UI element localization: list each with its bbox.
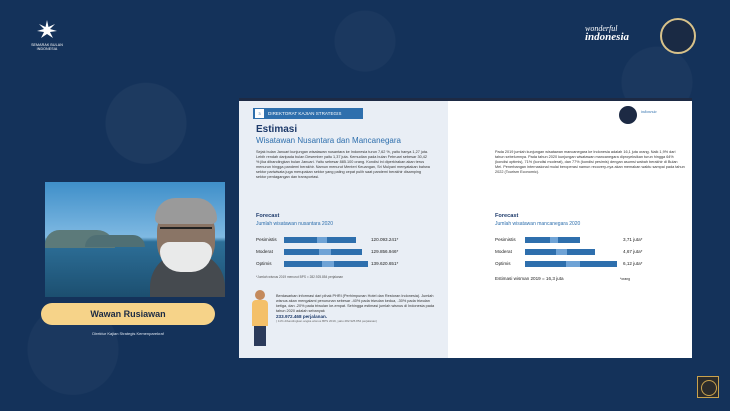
- video-bg-mountain: [85, 235, 145, 247]
- forecast-row-label: Moderat: [495, 249, 512, 254]
- slide-logos: indonesia: [619, 106, 689, 124]
- forecast-row-label: Optimis: [256, 261, 272, 266]
- indonesia-text: indonesia: [585, 31, 630, 43]
- ministry-seal-icon: [660, 18, 696, 54]
- forecast-bar-highlight: [319, 249, 331, 255]
- semarak-logo: SEMARAK BULAN INDONESIA: [30, 18, 64, 51]
- forecast-row: Optimis 6,12 juta*: [495, 260, 692, 268]
- forecast-left-subtitle: Jumlah wisatawan nusantara 2020: [256, 221, 333, 227]
- estimate-row: Estimasi wisman 2019 = 16,3 juta *orang: [495, 275, 685, 283]
- forecast-bar-highlight: [556, 249, 567, 255]
- forecast-row-value: 120.093.241*: [371, 237, 399, 242]
- forecast-row-value: 3,71 juta*: [623, 237, 643, 242]
- forecast-bar-highlight: [316, 237, 328, 243]
- forecast-row-label: Pesimistis: [495, 237, 516, 242]
- participant-name: Wawan Rusiawan: [41, 303, 215, 325]
- forecast-row-label: Pesimistis: [256, 237, 277, 242]
- person-hair: [155, 198, 217, 224]
- forecast-row-value: 6,12 juta*: [623, 261, 643, 266]
- forecast-row: Optimis 139.620.651*: [256, 260, 456, 268]
- bottom-foot: ( 11% dibandingkan angka wisnus BPS 2019…: [276, 319, 378, 323]
- forecast-row: Moderat 129.856.946*: [256, 248, 456, 256]
- person-illustration: [249, 290, 271, 348]
- forecast-row-label: Optimis: [495, 261, 511, 266]
- forecast-row-label: Moderat: [256, 249, 273, 254]
- section-label: DIREKTORAT KAJIAN STRATEGIS: [268, 111, 342, 116]
- forecast-bar-highlight: [321, 261, 335, 267]
- forecast-row: Pesimistis 3,71 juta*: [495, 236, 692, 244]
- forecast-left-title: Forecast: [256, 213, 280, 219]
- forecast-bar-highlight: [549, 237, 559, 243]
- forecast-left-note: *Jumlah wisnus 2019 menurut BPS = 282.92…: [256, 275, 344, 279]
- section-header: 3 DIREKTORAT KAJIAN STRATEGIS: [253, 108, 363, 119]
- face-mask: [160, 242, 212, 272]
- corner-seal-icon: [697, 376, 719, 398]
- section-number: 3: [255, 109, 264, 118]
- slide-subtitle: Wisatawan Nusantara dan Mancanegara: [256, 136, 401, 145]
- participant-video[interactable]: [45, 182, 225, 297]
- bottom-text: Berdasarkan informasi dari pihak PHRI (P…: [276, 294, 435, 313]
- presentation-slide: 3 DIREKTORAT KAJIAN STRATEGIS indonesia E…: [239, 98, 692, 358]
- semarak-logo-text: SEMARAK BULAN INDONESIA: [31, 43, 63, 51]
- forecast-row-value: 139.620.651*: [371, 261, 399, 266]
- left-paragraph: Sejak bulan Januari kunjungan wisatawan …: [256, 150, 430, 179]
- slide-right-panel: [448, 101, 692, 358]
- forecast-row-value: 129.856.946*: [371, 249, 399, 254]
- slide-wonderful-text: indonesia: [641, 109, 657, 114]
- bottom-text-block: Berdasarkan informasi dari pihak PHRI (P…: [276, 294, 441, 324]
- star-burst-icon: [37, 20, 57, 38]
- slide-title: Estimasi: [256, 124, 298, 135]
- participant-title: Direktur Kajian Strategis Kemenparekraf: [92, 331, 164, 336]
- forecast-right-subtitle: Jumlah wisatawan mancanegara 2020: [495, 221, 581, 227]
- forecast-row-value: 4,67 juta*: [623, 249, 643, 254]
- estimate-note: *orang: [620, 277, 630, 281]
- forecast-bar-highlight: [566, 261, 581, 267]
- forecast-row: Pesimistis 120.093.241*: [256, 236, 456, 244]
- right-paragraph: Pada 2019 jumlah kunjungan wisatawan man…: [495, 150, 685, 174]
- glasses: [160, 227, 212, 239]
- wonderful-indonesia-logo: wonderful indonesia: [585, 24, 629, 43]
- forecast-right-title: Forecast: [495, 213, 519, 219]
- slide-seal-icon: [619, 106, 637, 124]
- estimate-text: Estimasi wisman 2019 = 16,3 juta: [495, 276, 564, 281]
- forecast-row: Moderat 4,67 juta*: [495, 248, 692, 256]
